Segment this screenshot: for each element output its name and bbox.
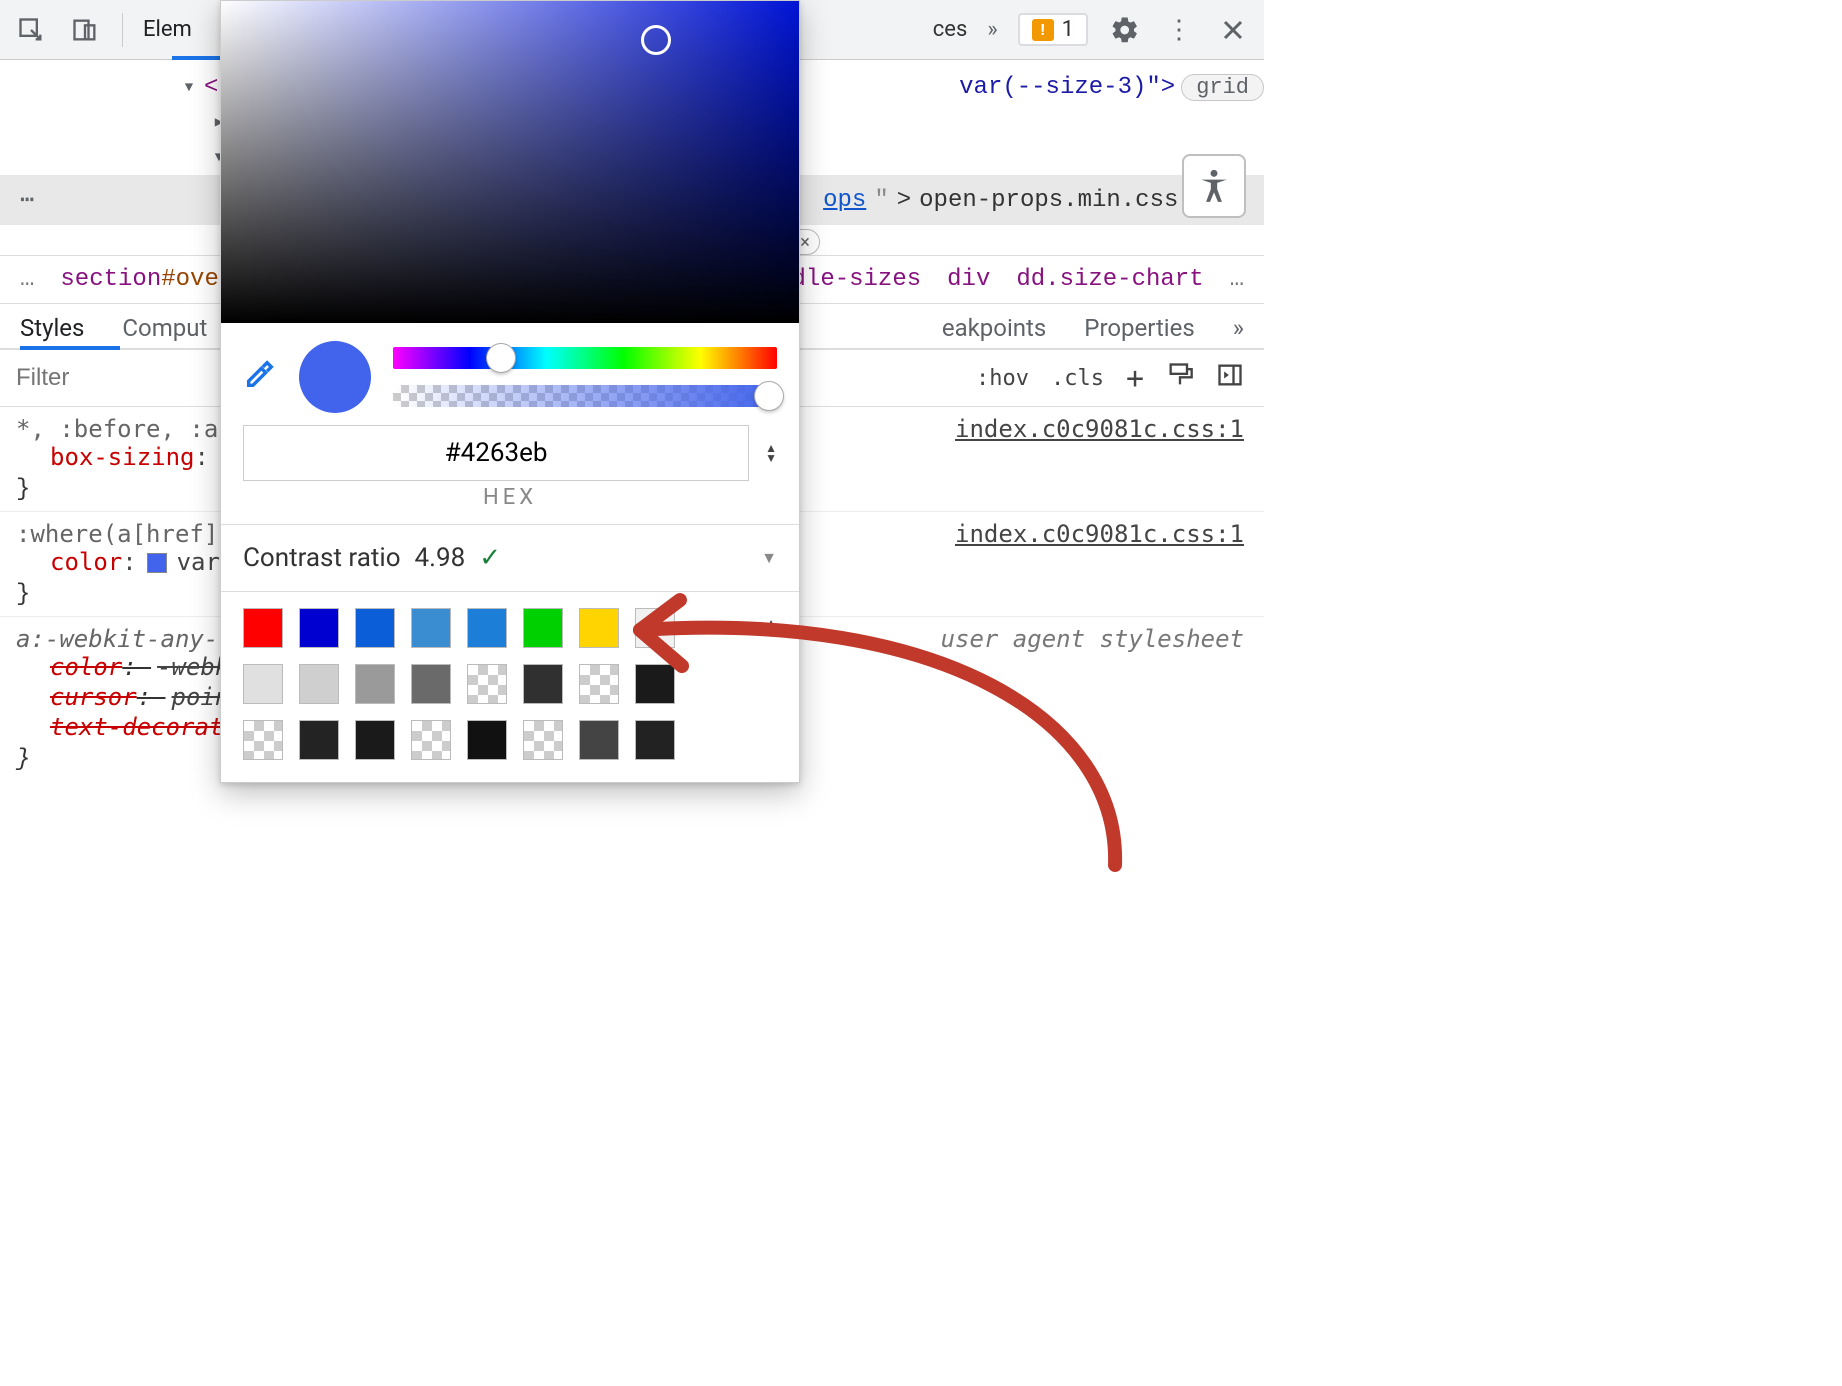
rule-source-link[interactable]: index.c0c9081c.css:1 xyxy=(955,520,1244,548)
palette-spinner[interactable]: ▲▼ xyxy=(765,618,777,638)
crumb[interactable]: dd.size-chart xyxy=(1016,266,1203,293)
tab-elements[interactable]: Elem xyxy=(143,17,192,42)
palette-swatch[interactable] xyxy=(523,608,563,648)
saturation-field[interactable] xyxy=(221,1,799,323)
tab-properties[interactable]: Properties xyxy=(1084,314,1194,342)
palette-swatch[interactable] xyxy=(355,608,395,648)
tabs-overflow[interactable]: » xyxy=(987,17,997,42)
palette-swatch[interactable] xyxy=(411,664,451,704)
selector: *, :before, :af xyxy=(16,415,233,443)
palette-swatch[interactable] xyxy=(243,664,283,704)
crumb-overflow[interactable]: … xyxy=(1230,266,1244,293)
palette-swatch[interactable] xyxy=(635,720,675,760)
css-property: color xyxy=(16,653,122,681)
selector: a:-webkit-any-l xyxy=(16,625,233,653)
tab-styles[interactable]: Styles xyxy=(20,314,84,342)
palette-swatch[interactable] xyxy=(579,720,619,760)
cls-toggle[interactable]: .cls xyxy=(1051,366,1104,391)
selector: :where(a[href]) xyxy=(16,520,233,548)
rule-source-ua: user agent stylesheet xyxy=(941,625,1244,653)
attr-text: var(--size-3)"> xyxy=(959,74,1175,101)
more-icon[interactable]: ⋮ xyxy=(1162,13,1196,47)
accessibility-button[interactable] xyxy=(1182,154,1246,218)
expand-icon[interactable]: ▼ xyxy=(180,80,198,96)
new-rule-button[interactable]: + xyxy=(1126,361,1144,396)
grid-badge[interactable]: grid xyxy=(1181,74,1264,101)
alpha-thumb[interactable] xyxy=(755,382,783,410)
palette-swatch[interactable] xyxy=(299,720,339,760)
color-picker: ▲▼ HEX Contrast ratio 4.98 ✓ ▼ ▲▼ xyxy=(220,0,800,783)
palette-swatch[interactable] xyxy=(579,608,619,648)
crumb-overflow[interactable]: … xyxy=(20,266,34,293)
palette-swatch[interactable] xyxy=(355,664,395,704)
crumb[interactable]: section#ove xyxy=(60,266,218,293)
color-palette: ▲▼ xyxy=(221,592,799,782)
color-swatch[interactable] xyxy=(147,553,167,573)
css-property: cursor xyxy=(16,683,137,711)
issues-count: 1 xyxy=(1062,17,1074,42)
palette-swatch[interactable] xyxy=(411,720,451,760)
select-element-icon[interactable] xyxy=(14,13,48,47)
palette-swatch[interactable] xyxy=(579,664,619,704)
color-format-label: HEX xyxy=(221,485,799,524)
palette-swatch[interactable] xyxy=(523,664,563,704)
tab-underline xyxy=(20,346,120,350)
hov-toggle[interactable]: :hov xyxy=(976,366,1029,391)
device-toggle-icon[interactable] xyxy=(68,13,102,47)
palette-swatch[interactable] xyxy=(243,720,283,760)
contrast-label: Contrast ratio xyxy=(243,543,401,573)
rule-source-link[interactable]: index.c0c9081c.css:1 xyxy=(955,415,1244,443)
text: > xyxy=(897,187,911,214)
palette-swatch[interactable] xyxy=(411,608,451,648)
settings-icon[interactable] xyxy=(1108,13,1142,47)
tab-sources-suffix[interactable]: ces xyxy=(933,17,968,42)
palette-swatch[interactable] xyxy=(635,608,675,648)
css-property: color xyxy=(16,548,122,576)
hue-thumb[interactable] xyxy=(487,344,515,372)
palette-swatch[interactable] xyxy=(467,720,507,760)
ellipsis-icon: ⋯ xyxy=(20,185,36,215)
saturation-cursor[interactable] xyxy=(641,25,671,55)
hue-slider[interactable] xyxy=(393,347,777,369)
chevron-down-icon[interactable]: ▼ xyxy=(761,548,777,568)
css-value: var xyxy=(171,548,220,576)
styles-actions: :hov .cls + xyxy=(956,361,1264,396)
crumb[interactable]: div xyxy=(947,266,990,293)
palette-swatch[interactable] xyxy=(299,608,339,648)
palette-swatch[interactable] xyxy=(355,720,395,760)
css-property: box-sizing xyxy=(16,443,195,471)
crumb[interactable]: dle-sizes xyxy=(792,266,922,293)
contrast-section[interactable]: Contrast ratio 4.98 ✓ ▼ xyxy=(221,524,799,592)
palette-swatch[interactable] xyxy=(635,664,675,704)
format-spinner[interactable]: ▲▼ xyxy=(765,443,777,463)
hex-input[interactable] xyxy=(243,425,749,481)
css-value: -webk xyxy=(151,653,229,681)
alpha-slider[interactable] xyxy=(393,385,777,407)
contrast-value: 4.98 xyxy=(415,543,466,573)
warning-icon xyxy=(1032,19,1054,41)
palette-swatch[interactable] xyxy=(467,664,507,704)
tab-breakpoints[interactable]: eakpoints xyxy=(942,314,1046,342)
toggle-sidebar-icon[interactable] xyxy=(1216,361,1244,395)
current-color-preview xyxy=(299,341,371,413)
close-icon[interactable] xyxy=(1216,13,1250,47)
eyedropper-icon[interactable] xyxy=(243,357,277,397)
palette-swatch[interactable] xyxy=(243,608,283,648)
palette-swatch[interactable] xyxy=(299,664,339,704)
paint-icon[interactable] xyxy=(1166,361,1194,395)
issues-badge[interactable]: 1 xyxy=(1018,13,1088,46)
text: open-props.min.css xyxy=(919,187,1178,214)
check-icon: ✓ xyxy=(479,543,501,573)
tabs-overflow[interactable]: » xyxy=(1233,314,1244,342)
palette-swatch[interactable] xyxy=(523,720,563,760)
palette-swatch[interactable] xyxy=(467,608,507,648)
link-text: ops xyxy=(823,187,866,214)
tab-computed[interactable]: Comput xyxy=(122,314,207,342)
